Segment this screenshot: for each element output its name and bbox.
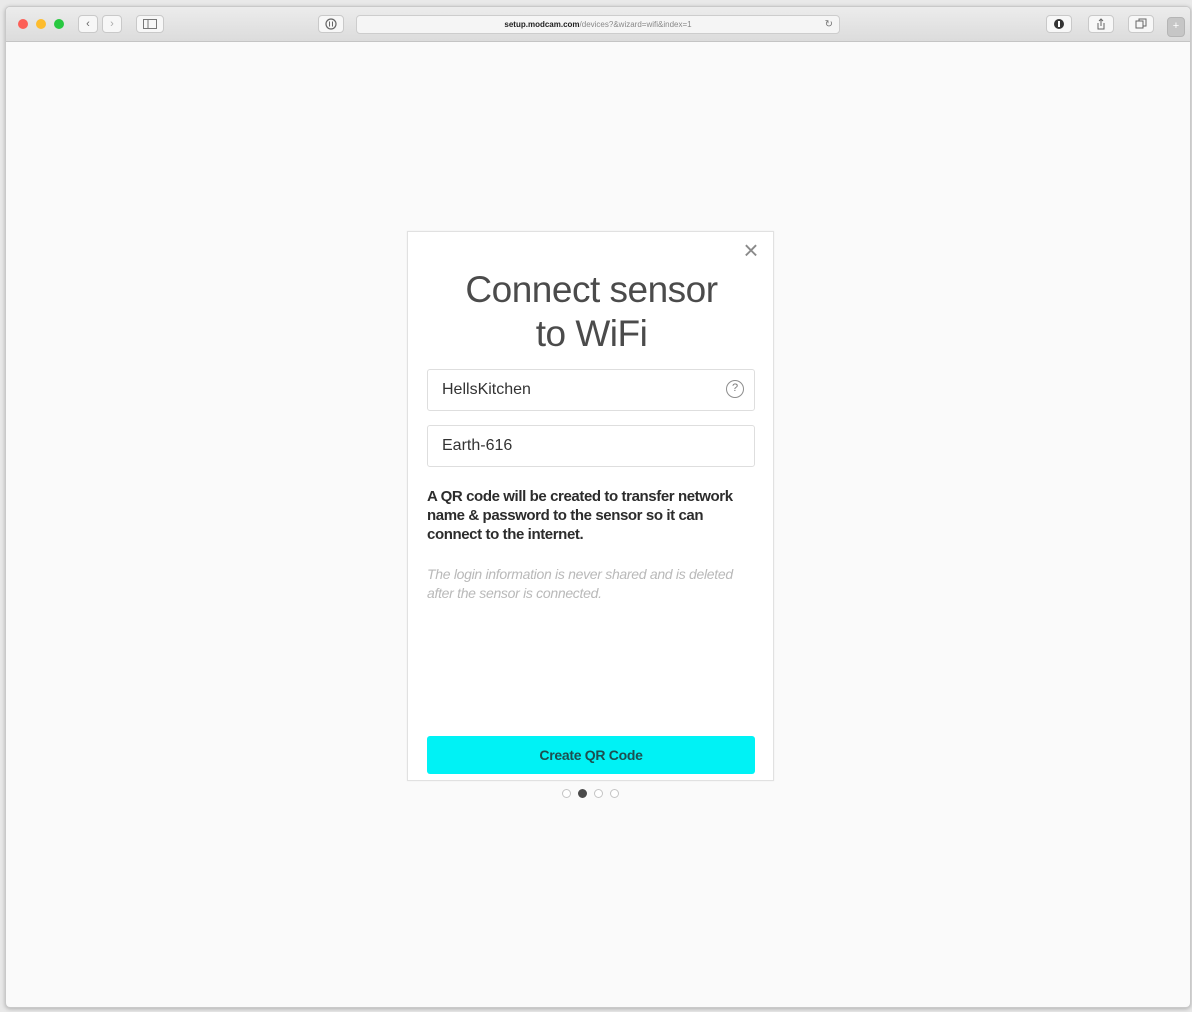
- dialog-title-line1: Connect sensor: [465, 269, 718, 310]
- wizard-step-indicator: [562, 789, 622, 801]
- wizard-step-dot: [594, 789, 603, 798]
- privacy-note: The login information is never shared an…: [427, 566, 733, 601]
- password-value: Earth-616: [442, 437, 513, 454]
- extension-icon: [1054, 19, 1064, 29]
- qr-info-text: A QR code will be created to transfer ne…: [427, 488, 733, 543]
- dialog-title-line2: to WiFi: [535, 313, 648, 354]
- close-window-button[interactable]: [18, 19, 28, 29]
- reload-icon[interactable]: ↻: [825, 16, 833, 33]
- tabs-button[interactable]: [1128, 15, 1154, 33]
- plus-icon: +: [1172, 20, 1180, 32]
- sidebar-button[interactable]: [136, 15, 164, 33]
- wifi-setup-dialog: × Connect sensor to WiFi HellsKitchen ? …: [407, 231, 774, 781]
- url-path: /devices?&wizard=wifi&index=1: [579, 20, 692, 29]
- browser-toolbar: ‹ › setup.modcam.com/devices?&wizard=wif…: [6, 7, 1190, 42]
- network-name-field[interactable]: HellsKitchen ?: [427, 369, 755, 411]
- help-icon[interactable]: ?: [726, 380, 744, 398]
- share-icon: [1097, 18, 1105, 30]
- forward-button[interactable]: ›: [102, 15, 122, 33]
- back-button[interactable]: ‹: [78, 15, 98, 33]
- network-name-value: HellsKitchen: [442, 381, 531, 398]
- dialog-title: Connect sensor to WiFi: [408, 268, 775, 356]
- share-button[interactable]: [1088, 15, 1114, 33]
- reader-icon: [325, 18, 337, 30]
- zoom-window-button[interactable]: [54, 19, 64, 29]
- minimize-window-button[interactable]: [36, 19, 46, 29]
- new-tab-button[interactable]: +: [1167, 17, 1185, 37]
- extension-button[interactable]: [1046, 15, 1072, 33]
- reader-button[interactable]: [318, 15, 344, 33]
- tabs-icon: [1135, 18, 1147, 29]
- close-icon[interactable]: ×: [739, 237, 763, 263]
- create-qr-code-button[interactable]: Create QR Code: [427, 736, 755, 774]
- password-field[interactable]: Earth-616: [427, 425, 755, 467]
- wizard-step-dot: [562, 789, 571, 798]
- url-host: setup.modcam.com: [504, 20, 580, 29]
- address-bar[interactable]: setup.modcam.com/devices?&wizard=wifi&in…: [356, 15, 840, 34]
- sidebar-icon: [143, 19, 157, 29]
- wizard-step-dot: [610, 789, 619, 798]
- chevron-left-icon: ‹: [86, 18, 90, 30]
- chevron-right-icon: ›: [110, 18, 114, 30]
- wizard-step-dot: [578, 789, 587, 798]
